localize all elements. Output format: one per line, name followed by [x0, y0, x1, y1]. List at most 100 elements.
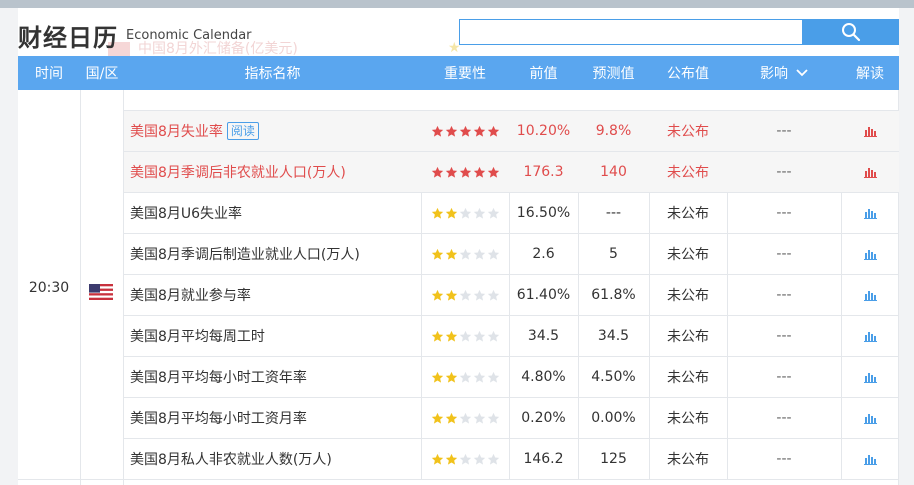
star-filled-icon	[459, 125, 471, 137]
interpretation-button[interactable]	[841, 275, 899, 315]
indicator-name[interactable]: 美国8月平均每小时工资年率	[124, 357, 421, 397]
star-empty-icon	[459, 453, 471, 465]
previous-value: 10.20%	[516, 123, 571, 139]
header-time: 时间	[35, 66, 63, 82]
table-row[interactable]: 美国8月平均每周工时 34.5 34.5 未公布 ---	[124, 315, 899, 356]
header-impact-dropdown[interactable]: 影响	[727, 56, 841, 90]
table-row[interactable]: 美国8月就业参与率 61.40% 61.8% 未公布 ---	[124, 274, 899, 315]
indicator-name-text: 美国8月就业参与率	[130, 288, 251, 304]
star-rating	[431, 248, 500, 261]
star-filled-icon	[431, 412, 443, 424]
interpretation-button[interactable]	[841, 357, 899, 397]
star-empty-icon	[459, 207, 471, 219]
forecast-value: 125	[600, 451, 627, 467]
economic-calendar-panel: 中国8月外汇储备(亿美元) ★ 财经日历 Economic Calendar 时…	[18, 8, 899, 485]
interpretation-button[interactable]	[841, 439, 899, 479]
star-empty-icon	[487, 207, 499, 219]
star-filled-icon	[459, 166, 471, 178]
star-empty-icon	[459, 330, 471, 342]
star-filled-icon	[487, 125, 499, 137]
table-row[interactable]: 美国8月平均每小时工资月率 0.20% 0.00% 未公布 ---	[124, 397, 899, 438]
star-empty-icon	[487, 330, 499, 342]
bar-chart-icon	[863, 413, 877, 424]
header-indicator: 指标名称	[244, 66, 301, 82]
event-time: 20:30	[28, 280, 70, 296]
interpretation-button[interactable]	[841, 152, 899, 192]
indicator-name[interactable]: 美国8月平均每周工时	[124, 316, 421, 356]
indicator-name[interactable]: 美国8月季调后制造业就业人口(万人)	[124, 234, 421, 274]
star-filled-icon	[431, 453, 443, 465]
forecast-value: 0.00%	[591, 410, 636, 426]
star-filled-icon	[445, 412, 457, 424]
forecast-value: 34.5	[597, 328, 630, 344]
search-input[interactable]	[459, 19, 803, 45]
star-rating	[431, 453, 500, 466]
star-empty-icon	[487, 371, 499, 383]
star-filled-icon	[487, 166, 499, 178]
actual-value: 未公布	[667, 247, 709, 263]
previous-value: 61.40%	[516, 287, 571, 303]
header-interpretation: 解读	[856, 66, 884, 82]
forecast-value: 140	[600, 164, 627, 180]
star-empty-icon	[459, 289, 471, 301]
interpretation-button[interactable]	[841, 234, 899, 274]
importance-rating	[421, 275, 509, 315]
table-row[interactable]: 美国8月私人非农就业人数(万人) 146.2 125 未公布 ---	[124, 438, 899, 479]
indicator-name-text: 美国8月失业率	[130, 124, 223, 140]
read-tag-button[interactable]: 阅读	[226, 122, 259, 140]
indicator-name[interactable]: 美国8月就业参与率	[124, 275, 421, 315]
indicator-name-text: 美国8月季调后制造业就业人口(万人)	[130, 247, 360, 263]
previous-value: 16.50%	[516, 205, 571, 221]
previous-value: 34.5	[527, 328, 560, 344]
indicator-name[interactable]: 美国8月平均每小时工资月率	[124, 398, 421, 438]
bar-chart-icon	[863, 290, 877, 301]
star-filled-icon	[431, 166, 443, 178]
search-button[interactable]	[802, 19, 899, 45]
star-filled-icon	[445, 166, 457, 178]
actual-value: 未公布	[667, 165, 709, 181]
star-filled-icon	[445, 125, 457, 137]
interpretation-button[interactable]	[841, 193, 899, 233]
actual-value: 未公布	[667, 329, 709, 345]
star-filled-icon	[445, 453, 457, 465]
actual-value: 未公布	[667, 370, 709, 386]
star-rating	[431, 330, 500, 343]
table-row[interactable]: 美国8月U6失业率 16.50% --- 未公布 ---	[124, 192, 899, 233]
table-row[interactable]: 美国8月失业率 阅读 10.20% 9.8% 未公布 ---	[124, 110, 899, 151]
star-filled-icon	[445, 289, 457, 301]
star-filled-icon	[431, 289, 443, 301]
table-row[interactable]: 美国8月季调后制造业就业人口(万人) 2.6 5 未公布 ---	[124, 233, 899, 274]
star-filled-icon	[445, 248, 457, 260]
page-subtitle: Economic Calendar	[126, 28, 252, 43]
impact-value: ---	[776, 164, 792, 180]
indicator-name[interactable]: 美国8月失业率 阅读	[124, 111, 421, 151]
star-filled-icon	[473, 166, 485, 178]
bar-chart-icon	[863, 372, 877, 383]
actual-value: 未公布	[667, 288, 709, 304]
indicator-name[interactable]: 美国8月季调后非农就业人口(万人)	[124, 152, 421, 192]
indicator-name[interactable]: 美国8月U6失业率	[124, 193, 421, 233]
forecast-value: 4.50%	[591, 369, 636, 385]
importance-rating	[421, 193, 509, 233]
indicator-name-text: 美国8月平均每小时工资月率	[130, 411, 307, 427]
previous-value: 0.20%	[521, 410, 566, 426]
interpretation-button[interactable]	[841, 398, 899, 438]
bar-chart-icon	[863, 331, 877, 342]
bar-chart-icon	[863, 126, 877, 137]
star-rating	[431, 207, 500, 220]
star-filled-icon	[431, 248, 443, 260]
star-rating	[431, 371, 500, 384]
star-empty-icon	[473, 371, 485, 383]
chevron-down-icon	[796, 69, 808, 77]
table-row[interactable]: 美国8月季调后非农就业人口(万人) 176.3 140 未公布 ---	[124, 151, 899, 192]
impact-value: ---	[776, 328, 792, 344]
interpretation-button[interactable]	[841, 316, 899, 356]
star-filled-icon	[445, 371, 457, 383]
indicator-name[interactable]: 美国8月私人非农就业人数(万人)	[124, 439, 421, 479]
interpretation-button[interactable]	[841, 111, 899, 151]
forecast-value: 61.8%	[591, 287, 636, 303]
impact-value: ---	[776, 205, 792, 221]
table-row[interactable]: 美国8月平均每小时工资年率 4.80% 4.50% 未公布 ---	[124, 356, 899, 397]
star-empty-icon	[473, 248, 485, 260]
star-rating	[431, 289, 500, 302]
